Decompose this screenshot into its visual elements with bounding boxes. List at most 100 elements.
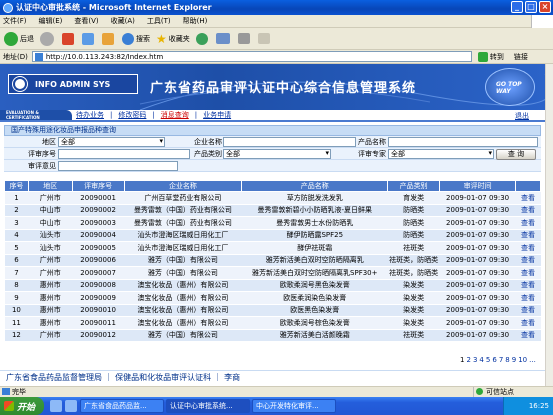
page-icon	[34, 52, 43, 61]
cell-review-no: 20090001	[72, 191, 125, 205]
menu-help[interactable]: 帮助(H)	[183, 16, 208, 26]
cell-company: 汕头市澄海区瑞威日用化工厂	[124, 241, 242, 255]
table-row: 12 广州市 20090012 雅芳（中国）有限公司 雅芳新活美白活颜晚霜 祛斑类 2009…	[4, 329, 541, 342]
cell-review-no: 20090006	[72, 254, 125, 267]
view-link[interactable]: 查看	[515, 304, 541, 317]
region-label: 地区	[42, 137, 56, 146]
page-link[interactable]: 3	[473, 356, 477, 364]
start-button[interactable]: 开始	[0, 397, 44, 415]
cell-product: 欧歌柔润号黑色染发膏	[241, 279, 388, 292]
back-button[interactable]: 后退	[4, 31, 34, 46]
nav-item-todo[interactable]: 待办业务	[76, 110, 104, 120]
page-link[interactable]: 4	[479, 356, 483, 364]
region-select[interactable]: 全部	[58, 136, 165, 147]
globe-text: GO TOP WAY	[496, 81, 522, 95]
edit-button[interactable]	[257, 33, 272, 44]
page-link[interactable]: 9	[512, 356, 516, 364]
view-link[interactable]: 查看	[515, 254, 541, 267]
view-link[interactable]: 查看	[515, 204, 541, 217]
col-header-action	[515, 180, 541, 192]
view-link[interactable]: 查看	[515, 266, 541, 280]
exit-link[interactable]: 退出	[515, 111, 529, 121]
cell-review-no: 20090007	[72, 266, 125, 280]
nav-separator: |	[194, 111, 198, 119]
menu-tools[interactable]: 工具(T)	[147, 16, 171, 26]
view-link[interactable]: 查看	[515, 241, 541, 255]
quicklaunch-ie-icon[interactable]	[50, 400, 62, 412]
go-button[interactable]: 转到	[477, 51, 504, 62]
menu-favorites[interactable]: 收藏(A)	[111, 16, 135, 26]
forward-button[interactable]	[40, 31, 56, 46]
cell-review-time: 2009-01-07 09:30	[439, 266, 516, 280]
refresh-button[interactable]	[82, 32, 96, 45]
taskbar-item[interactable]: 认证中心审批系统...	[166, 399, 250, 413]
opinion-input[interactable]	[58, 160, 178, 171]
links-button[interactable]: 链接	[514, 52, 528, 62]
category-select[interactable]: 全部	[223, 148, 331, 159]
close-button[interactable]: ×	[539, 1, 551, 13]
query-button[interactable]: 查 询	[496, 149, 536, 160]
page-link[interactable]: ...	[529, 356, 536, 364]
page-link[interactable]: 10	[518, 356, 527, 364]
cell-review-no: 20090005	[72, 241, 125, 255]
page-link[interactable]: 2	[466, 356, 470, 364]
table-row: 6 广州市 20090006 雅芳（中国）有限公司 雅芳新活美白双时空防晒隔离乳 祛斑类，…	[4, 254, 541, 267]
menu-edit[interactable]: 编辑(E)	[39, 16, 63, 26]
menu-view[interactable]: 查看(V)	[74, 16, 98, 26]
view-link[interactable]: 查看	[515, 279, 541, 292]
address-input[interactable]: http://10.0.113.243:82/Index.htm	[31, 51, 472, 62]
cell-region: 广州市	[28, 329, 73, 342]
refresh-icon	[82, 32, 94, 45]
page-viewport: INFO ADMIN SYS 广东省药品审评认证中心综合信息管理系统 GO TO…	[0, 64, 545, 386]
window-titlebar: 认证中心审批系统 - Microsoft Internet Explorer _…	[0, 0, 553, 15]
page-link[interactable]: 7	[499, 356, 503, 364]
favorites-button[interactable]: ★ 收藏夹	[156, 32, 190, 46]
review-no-input[interactable]	[58, 148, 190, 159]
menu-file[interactable]: 文件(F)	[3, 16, 27, 26]
cell-product: 曼秀雷敦新碧小小防晒乳液-夏日鲜果	[241, 204, 388, 217]
maximize-button[interactable]: □	[525, 1, 537, 13]
page-link[interactable]: 8	[505, 356, 509, 364]
page-link[interactable]: 1	[460, 356, 464, 364]
view-link[interactable]: 查看	[515, 291, 541, 305]
cell-review-no: 20090011	[72, 316, 125, 330]
history-button[interactable]	[195, 32, 210, 45]
nav-item-password[interactable]: 修改密码	[118, 110, 146, 120]
view-link[interactable]: 查看	[515, 329, 541, 342]
view-link[interactable]: 查看	[515, 216, 541, 230]
product-input[interactable]	[388, 136, 538, 147]
stop-button[interactable]	[62, 32, 76, 45]
nav-item-messages[interactable]: 消息查询	[161, 110, 189, 120]
page-link[interactable]: 6	[492, 356, 496, 364]
nav-item-apply[interactable]: 业务申请	[203, 110, 231, 120]
quicklaunch-desktop-icon[interactable]	[65, 400, 77, 412]
taskbar-item[interactable]: 中心开发特化审评...	[252, 399, 336, 413]
minimize-button[interactable]: _	[511, 1, 523, 13]
cell-region: 中山市	[28, 204, 73, 217]
home-button[interactable]	[102, 32, 116, 45]
taskbar-item[interactable]: 广东省食品药品监...	[80, 399, 164, 413]
mail-button[interactable]	[215, 33, 232, 44]
print-button[interactable]	[237, 33, 252, 44]
company-input[interactable]	[223, 136, 356, 147]
view-link[interactable]: 查看	[515, 229, 541, 242]
address-label: 地址(D)	[3, 52, 28, 61]
menu-bar: 文件(F) 编辑(E) 查看(V) 收藏(A) 工具(T) 帮助(H)	[0, 15, 553, 28]
page-link[interactable]: 5	[486, 356, 490, 364]
col-header-company: 企业名称	[123, 180, 243, 192]
form-row: 评审序号 产品类别 全部 评审专家 全部 查 询	[4, 148, 541, 160]
vertical-scrollbar[interactable]	[545, 64, 553, 386]
opinion-label: 审评意见	[28, 161, 56, 170]
clock: 16:25	[528, 402, 549, 410]
view-link[interactable]: 查看	[515, 316, 541, 330]
globe-logo: GO TOP WAY	[485, 68, 535, 106]
search-button[interactable]: 搜索	[122, 32, 150, 45]
cell-category: 染发类	[387, 304, 440, 317]
cell-region: 广州市	[28, 191, 73, 205]
view-link[interactable]: 查看	[515, 191, 541, 205]
search-icon	[122, 32, 134, 45]
cell-review-time: 2009-01-07 09:30	[439, 316, 516, 330]
expert-select[interactable]: 全部	[388, 148, 494, 159]
cell-index: 1	[4, 191, 29, 205]
cell-review-time: 2009-01-07 09:30	[439, 191, 516, 205]
